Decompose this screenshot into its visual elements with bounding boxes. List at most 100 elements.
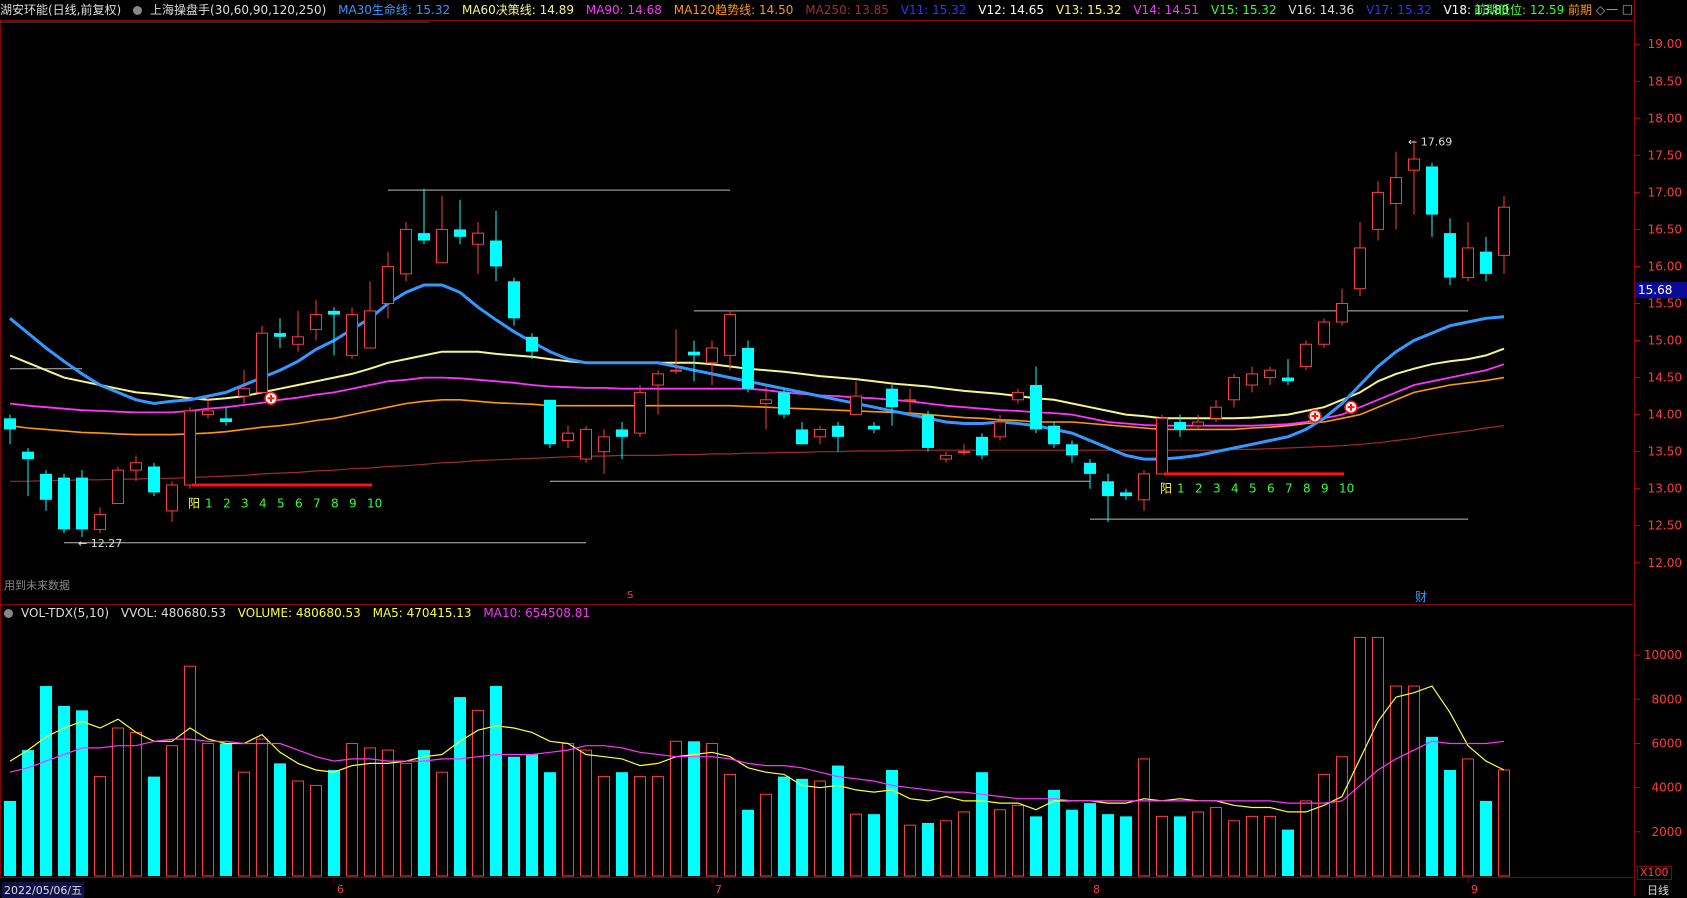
- price-tick-label: 18.50: [1648, 74, 1682, 88]
- candle-body-down: [1444, 233, 1456, 278]
- candle-body-down: [40, 473, 52, 500]
- kline-chart[interactable]: 19.00 18.50 18.00 17.50 17.00 16.50 16.00 15.50…: [0, 0, 1687, 896]
- diamond-icon[interactable]: ◇: [1596, 3, 1605, 17]
- volume-bar-up: [1138, 758, 1150, 877]
- candle-body-down: [418, 233, 430, 241]
- candle-body-down: [4, 418, 16, 430]
- finance-mark[interactable]: 财: [1415, 588, 1427, 605]
- volume-bar-down: [1102, 814, 1114, 876]
- volume-bar-down: [832, 765, 844, 876]
- volume-bar-down: [1426, 736, 1438, 876]
- volume-bar-up: [958, 811, 970, 877]
- maximize-icon[interactable]: □: [1622, 2, 1633, 16]
- candle-body-up: [1264, 369, 1276, 379]
- candle-body-up: [400, 228, 412, 275]
- candle-body-up: [256, 332, 268, 393]
- volume-bar-up: [904, 824, 916, 877]
- volume-bar-up: [994, 809, 1006, 877]
- volume-ma10-line: [9, 738, 1505, 804]
- candle-body-down: [508, 281, 520, 319]
- v16-value: V16: 14.36: [1288, 3, 1355, 17]
- count-label: 4: [259, 497, 267, 511]
- volume-bar-up: [1318, 773, 1330, 877]
- candle-body-down: [976, 436, 988, 456]
- stock-title[interactable]: 湖安环能(日线,前复权): [0, 3, 121, 17]
- volume-bar-up: [1192, 811, 1204, 877]
- s-mark[interactable]: S: [627, 590, 633, 601]
- count-label: 10: [367, 497, 382, 511]
- candle-body-down: [796, 429, 808, 445]
- volume-tick-label: 4000: [1651, 781, 1682, 795]
- candle-body-down: [1102, 481, 1114, 497]
- price-tick-label: 16.50: [1648, 222, 1682, 236]
- candle-body-up: [1228, 377, 1240, 401]
- volume-bar-down: [508, 756, 520, 876]
- volume-bar-up: [184, 665, 196, 877]
- price-tick-label: 16.00: [1648, 259, 1682, 273]
- volume-tick-label: 8000: [1651, 692, 1682, 706]
- volume-unit: X100: [1637, 866, 1672, 880]
- volume-bar-up: [1228, 820, 1240, 877]
- month-label: 9: [1471, 883, 1478, 896]
- volume-bar-up: [1462, 758, 1474, 877]
- candle-body-up: [1246, 373, 1258, 386]
- price-tick-label: 14.00: [1648, 408, 1682, 422]
- candle-body-down: [1426, 166, 1438, 215]
- v14-value: V14: 14.51: [1133, 3, 1200, 17]
- volume-ma5-line: [9, 685, 1505, 813]
- candle-body-down: [1048, 425, 1060, 445]
- volume-bar-up: [1372, 636, 1384, 877]
- count-label: 8: [331, 497, 339, 511]
- candle-body-up: [580, 428, 592, 460]
- candle-body-down: [1120, 492, 1132, 497]
- candle-body-up: [1408, 158, 1420, 171]
- indicator-dot-icon[interactable]: [133, 6, 143, 15]
- volume-indicator-dot-icon[interactable]: [4, 609, 13, 618]
- candle-body-up: [292, 336, 304, 345]
- candle-body-down: [778, 392, 790, 415]
- candle-body-up: [634, 391, 646, 434]
- volume-bar-up: [652, 776, 664, 877]
- volume-bar-up: [940, 820, 952, 877]
- count-label: 7: [313, 497, 321, 511]
- volume-bar-down: [454, 697, 466, 876]
- volume-bar-up: [562, 742, 574, 877]
- candle-body-down: [76, 477, 88, 530]
- volume-bar-down: [1084, 803, 1096, 876]
- indicator-name[interactable]: 上海操盘手(30,60,90,120,250): [150, 3, 326, 17]
- candle-body-down: [832, 425, 844, 437]
- count-label: 3: [241, 497, 249, 511]
- price-tick-label: 13.50: [1648, 445, 1682, 459]
- volume-bar-up: [1336, 756, 1348, 877]
- candle-body-up: [382, 265, 394, 305]
- minimize-icon[interactable]: —: [1606, 2, 1618, 16]
- candle-body-up: [994, 421, 1006, 438]
- volume-bar-up: [580, 749, 592, 877]
- candle-body-down: [1066, 444, 1078, 456]
- candle-body-up: [1012, 391, 1024, 401]
- price-tick-label: 12.00: [1648, 556, 1682, 570]
- candle-body-up: [850, 395, 862, 416]
- volume-indicator-name[interactable]: VOL-TDX(5,10): [21, 606, 109, 620]
- volume-bar-up: [1246, 815, 1258, 877]
- v12-value: V12: 14.65: [978, 3, 1044, 17]
- volume-bar-down: [1444, 769, 1456, 876]
- candle-body-up: [958, 451, 970, 454]
- price-tick-label: 13.00: [1648, 482, 1682, 496]
- candle-body-up: [130, 462, 142, 471]
- volume-bar-down: [1282, 829, 1294, 876]
- ma30-value: MA30生命线: 15.32: [338, 3, 451, 17]
- volume-bar-up: [760, 793, 772, 877]
- candle-body-down: [454, 229, 466, 237]
- volume-bar-up: [238, 771, 250, 877]
- price-tick-label: 17.50: [1648, 148, 1682, 162]
- volume-bar-up: [202, 742, 214, 877]
- candle-body-down: [1084, 462, 1096, 474]
- candle-body-up: [1462, 247, 1474, 279]
- candle-body-up: [670, 369, 682, 372]
- candle-body-down: [544, 399, 556, 445]
- future-data-note: 用到未来数据: [4, 579, 70, 592]
- candle-body-down: [886, 388, 898, 408]
- volume-bar-up: [1354, 636, 1366, 877]
- candle-body-up: [1336, 303, 1348, 323]
